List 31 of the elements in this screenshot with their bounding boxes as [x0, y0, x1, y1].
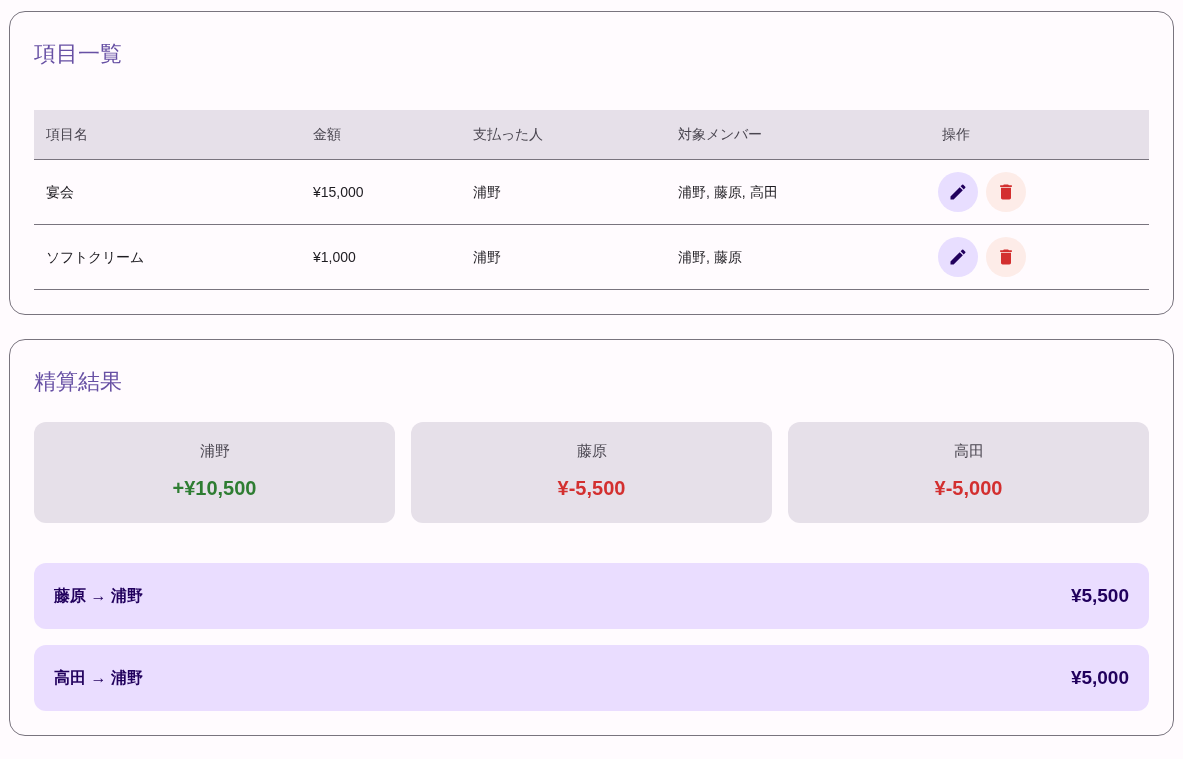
table-cell: ¥15,000 [313, 183, 364, 200]
column-header: 対象メンバー [678, 126, 762, 142]
balance-amount: +¥10,500 [172, 475, 257, 501]
table-cell: ¥1,000 [313, 248, 356, 265]
balance-amount: ¥-5,000 [934, 475, 1003, 501]
transfer-route: 藤原 → 浦野 [54, 586, 143, 606]
transfer-amount: ¥5,500 [1070, 583, 1129, 608]
table-cell: ソフトクリーム [46, 248, 144, 265]
pencil-icon [948, 182, 968, 202]
member-name: 高田 [953, 441, 984, 461]
column-header: 支払った人 [473, 126, 543, 142]
member-name: 浦野 [199, 441, 230, 461]
delete-button[interactable] [986, 237, 1026, 277]
member-name: 藤原 [576, 441, 607, 461]
table-cell: 浦野, 藤原, 高田 [678, 183, 778, 200]
column-header: 金額 [313, 126, 341, 142]
balance-amount: ¥-5,500 [557, 475, 626, 501]
edit-button[interactable] [938, 172, 978, 212]
pencil-icon [948, 247, 968, 267]
section-title: 項目一覧 [34, 40, 123, 68]
table-cell: 浦野 [473, 248, 501, 265]
table-cell: 浦野, 藤原 [678, 248, 742, 265]
edit-button[interactable] [938, 237, 978, 277]
table-cell: 浦野 [473, 183, 501, 200]
table-cell: 宴会 [46, 183, 74, 200]
delete-button[interactable] [986, 172, 1026, 212]
section-title: 精算結果 [34, 368, 123, 396]
transfer-route: 高田 → 浦野 [54, 668, 143, 688]
transfer-amount: ¥5,000 [1070, 665, 1129, 690]
column-header: 操作 [942, 126, 970, 142]
column-header: 項目名 [46, 126, 88, 142]
